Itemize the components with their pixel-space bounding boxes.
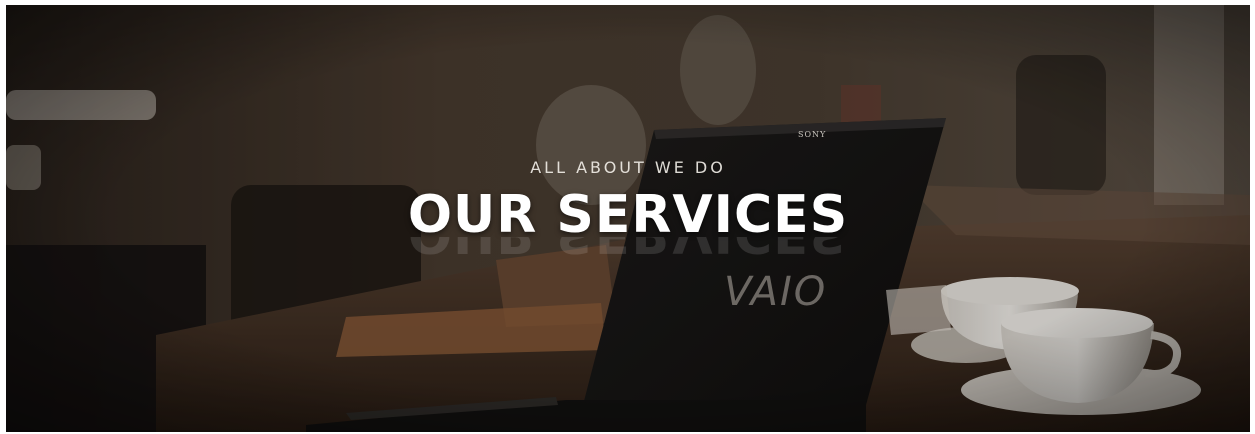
darken-overlay bbox=[6, 5, 1250, 432]
hero-background-image bbox=[6, 5, 1250, 432]
hero-banner: SONY VAIO ALL ABOUT WE DO OUR SERVICES O… bbox=[6, 5, 1250, 432]
